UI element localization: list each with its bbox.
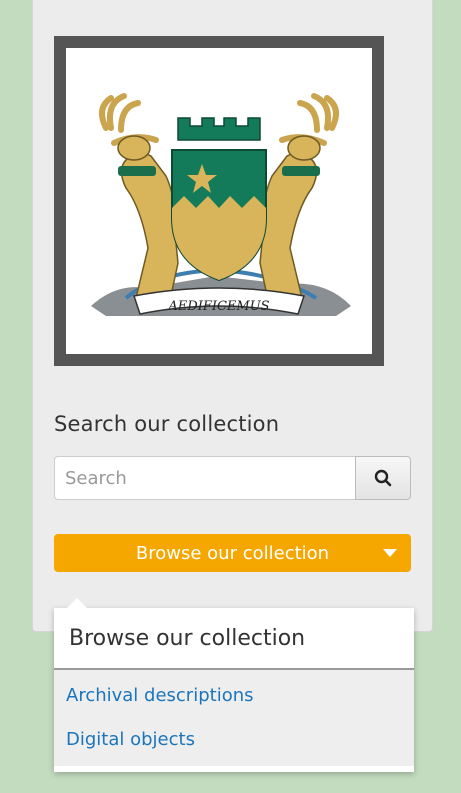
caret-down-icon bbox=[383, 549, 397, 557]
search-icon bbox=[374, 469, 392, 487]
coat-of-arms-image: AEDIFICEMUS bbox=[91, 93, 351, 316]
browse-button-label: Browse our collection bbox=[135, 542, 330, 564]
institution-logo[interactable]: AEDIFICEMUS bbox=[54, 36, 384, 366]
search-heading: Search our collection bbox=[54, 412, 280, 436]
search-input[interactable] bbox=[54, 456, 356, 500]
menu-item-digital-objects[interactable]: Digital objects bbox=[54, 718, 414, 762]
dropdown-header: Browse our collection bbox=[54, 608, 414, 670]
motto-text: AEDIFICEMUS bbox=[167, 299, 269, 314]
logo-image: AEDIFICEMUS bbox=[66, 48, 372, 354]
browse-collection-button[interactable]: Browse our collection bbox=[54, 534, 411, 572]
dropdown-list: Archival descriptions Digital objects bbox=[54, 670, 414, 766]
menu-item-archival-descriptions[interactable]: Archival descriptions bbox=[54, 674, 414, 718]
browse-dropdown-menu: Browse our collection Archival descripti… bbox=[54, 598, 414, 772]
dropdown-pointer bbox=[66, 598, 88, 609]
search-button[interactable] bbox=[355, 456, 411, 500]
